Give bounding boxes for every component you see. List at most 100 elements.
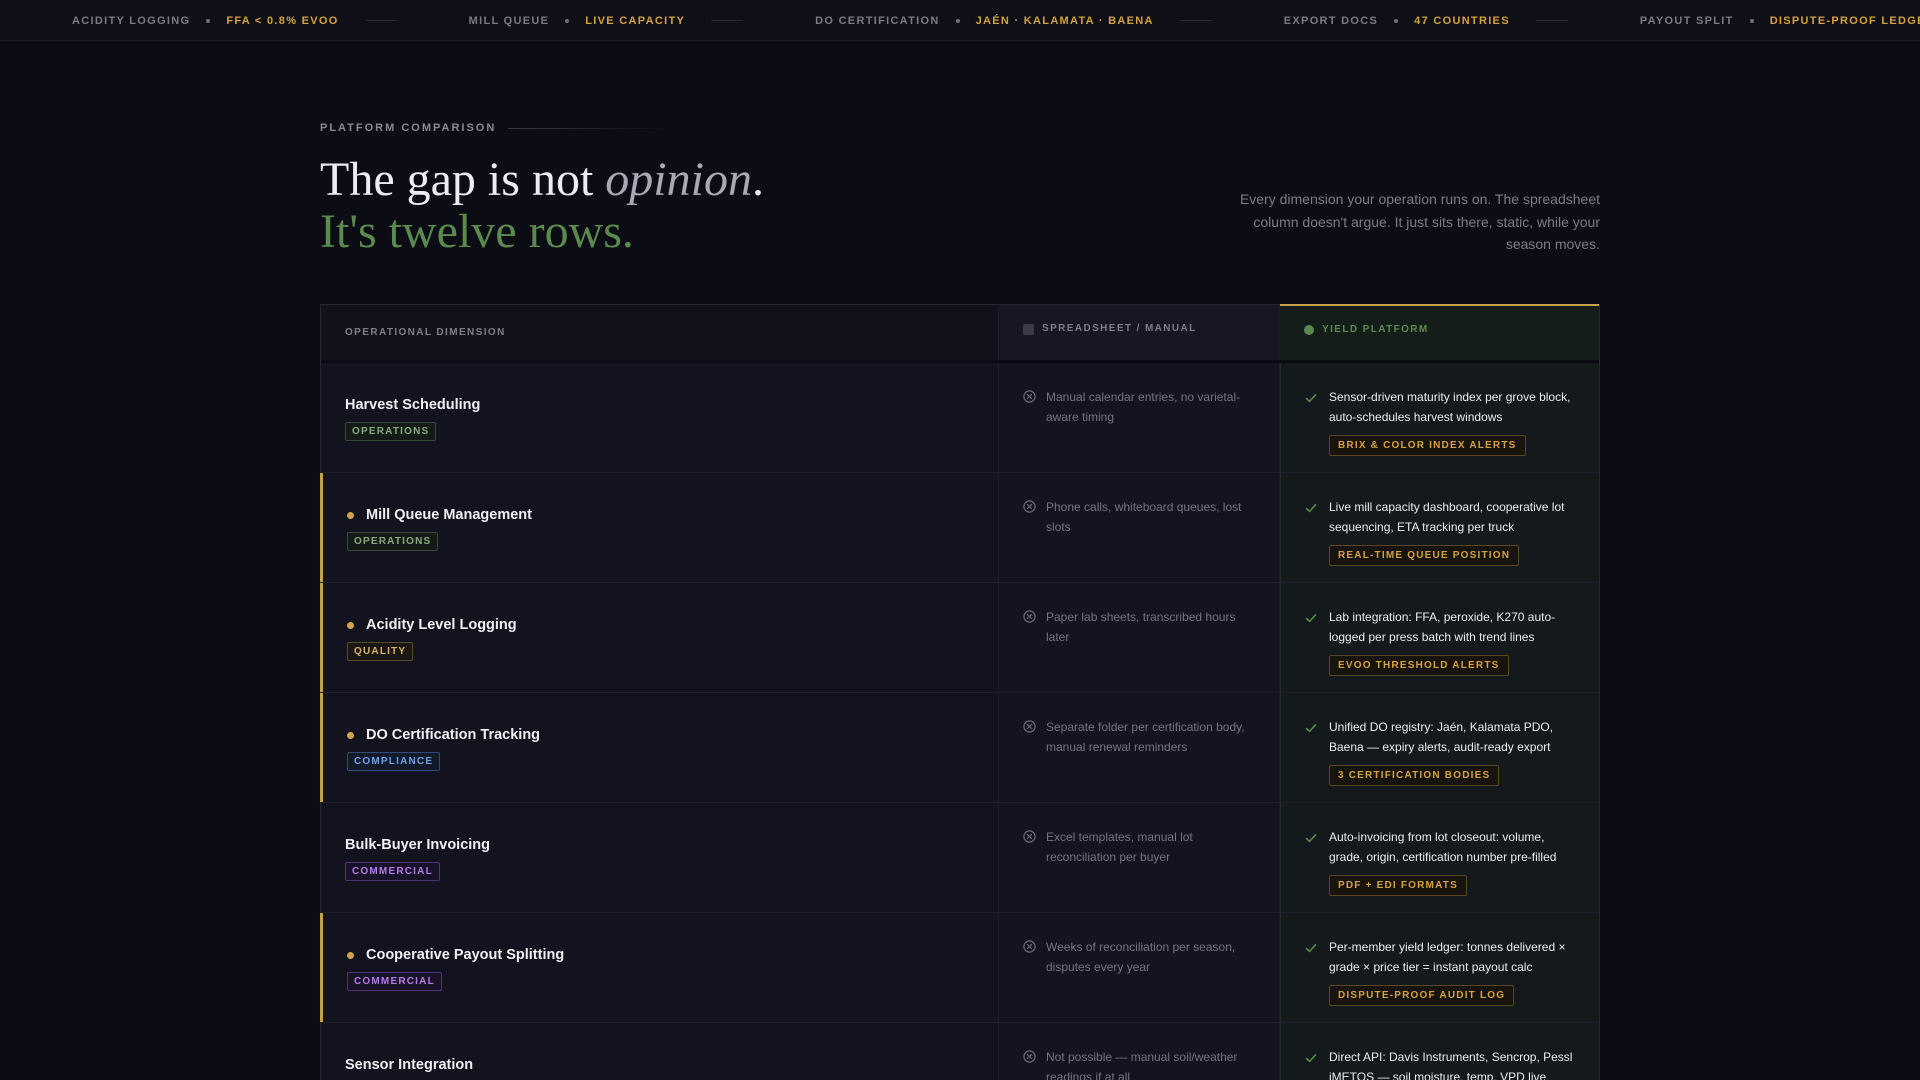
x-circle-icon (1023, 610, 1036, 623)
table-row: Mill Queue Management OPERATIONS Phone cal… (320, 473, 1599, 583)
yield-text: Auto-invoicing from lot closeout: volume… (1329, 830, 1557, 864)
ticker-dot-icon (1749, 18, 1754, 23)
dimension-cell: DO Certification Tracking COMPLIANCE (321, 693, 999, 802)
yield-body: Live mill capacity dashboard, cooperativ… (1329, 497, 1575, 566)
dimension-title-text: Mill Queue Management (366, 507, 532, 523)
yield-text: Sensor-driven maturity index per grove b… (1329, 390, 1571, 424)
x-circle-icon (1023, 1050, 1036, 1063)
yield-text: Unified DO registry: Jaén, Kalamata PDO,… (1329, 720, 1554, 754)
ticker-dot-icon (206, 18, 211, 23)
spreadsheet-text: Excel templates, manual lot reconciliati… (1046, 830, 1193, 864)
category-tag: OPERATIONS (347, 532, 439, 551)
dimension-title: Cooperative Payout Splitting (347, 947, 998, 963)
dimension-title: Mill Queue Management (347, 507, 998, 523)
yield-cell: Per-member yield ledger: tonnes delivere… (1280, 913, 1599, 1022)
category-tag: COMMERCIAL (345, 862, 440, 881)
yield-text: Live mill capacity dashboard, cooperativ… (1329, 500, 1565, 534)
check-icon (1305, 721, 1317, 733)
highlight-bullet-icon (347, 621, 354, 629)
table-row: Sensor Integration Not possible — manual … (321, 1023, 1599, 1080)
category-tag: QUALITY (347, 642, 414, 661)
ticker-label: ACIDITY LOGGING (72, 14, 191, 27)
page-subheadline: It's twelve rows. (320, 205, 634, 258)
dimension-cell: Bulk-Buyer Invoicing COMMERCIAL (321, 803, 999, 912)
highlight-bullet-icon (347, 511, 354, 519)
yield-cell: Auto-invoicing from lot closeout: volume… (1280, 803, 1599, 912)
table-row: DO Certification Tracking COMPLIANCE Separ… (320, 693, 1599, 803)
spreadsheet-cell: Separate folder per certification body, … (999, 693, 1280, 802)
dimension-title-text: Harvest Scheduling (345, 397, 481, 413)
eyebrow-rule (508, 127, 669, 129)
yield-text: Lab integration: FFA, peroxide, K270 aut… (1329, 610, 1556, 644)
yield-dot-icon (1304, 325, 1314, 335)
page-headline: The gap is not opinion. (320, 156, 764, 204)
table-row: Acidity Level Logging QUALITY Paper lab sh… (320, 583, 1599, 693)
column-header-dimension: OPERATIONAL DIMENSION (321, 305, 999, 360)
spreadsheet-square-icon (1023, 324, 1034, 335)
yield-cell: Direct API: Davis Instruments, Sencrop, … (1280, 1023, 1599, 1080)
dimension-title-text: Cooperative Payout Splitting (366, 947, 565, 963)
highlight-bullet-icon (347, 951, 354, 959)
ticker-value: LIVE CAPACITY (585, 14, 686, 27)
spreadsheet-text: Separate folder per certification body, … (1046, 720, 1245, 754)
table-row: Cooperative Payout Splitting COMMERCIAL We… (320, 913, 1599, 1023)
highlight-bullet-icon (347, 731, 354, 739)
ticker-dot-icon (565, 18, 570, 23)
yield-feature-tag: DISPUTE-PROOF AUDIT LOG (1329, 985, 1515, 1006)
dimension-cell: Acidity Level Logging QUALITY (321, 583, 999, 692)
headline-lead: The gap is not (320, 153, 606, 206)
table-row: Harvest Scheduling OPERATIONS Manual calen… (321, 363, 1599, 473)
ticker-value: 47 COUNTRIES (1414, 14, 1510, 27)
ticker-label: EXPORT DOCS (1283, 14, 1379, 27)
ticker-separator (711, 20, 744, 21)
ticker-item: DO CERTIFICATION JAÉN · KALAMATA · BAENA (815, 15, 1212, 27)
dimension-title: Sensor Integration (345, 1057, 998, 1073)
column-header-spreadsheet: SPREADSHEET / MANUAL (999, 305, 1280, 360)
dimension-title: Acidity Level Logging (347, 617, 998, 633)
spreadsheet-cell: Paper lab sheets, transcribed hours late… (999, 583, 1280, 692)
yield-body: Direct API: Davis Instruments, Sencrop, … (1329, 1047, 1575, 1080)
spreadsheet-cell: Weeks of reconciliation per season, disp… (999, 913, 1280, 1022)
spreadsheet-text: Not possible — manual soil/weather readi… (1046, 1050, 1238, 1080)
ticker-separator (364, 20, 397, 21)
yield-body: Unified DO registry: Jaén, Kalamata PDO,… (1329, 717, 1575, 786)
yield-body: Per-member yield ledger: tonnes delivere… (1329, 937, 1575, 1006)
dimension-title: DO Certification Tracking (347, 727, 998, 743)
ticker-item: MILL QUEUE LIVE CAPACITY (469, 14, 744, 27)
eyebrow-label: PLATFORM COMPARISON (320, 122, 497, 134)
spreadsheet-cell: Not possible — manual soil/weather readi… (999, 1023, 1280, 1080)
headline-period: . (751, 153, 764, 206)
spreadsheet-cell: Manual calendar entries, no varietal-awa… (999, 363, 1280, 472)
dimension-cell: Harvest Scheduling OPERATIONS (321, 363, 999, 472)
top-ticker: ACIDITY LOGGING FFA < 0.8% EVOO MILL QUEUE… (0, 0, 1920, 41)
spreadsheet-text: Phone calls, whiteboard queues, lost slo… (1046, 500, 1242, 534)
ticker-item: ACIDITY LOGGING FFA < 0.8% EVOO (72, 15, 397, 27)
x-circle-icon (1023, 830, 1036, 843)
ticker-dot-icon (1394, 18, 1399, 23)
spreadsheet-text: Weeks of reconciliation per season, disp… (1046, 940, 1236, 974)
dimension-title: Harvest Scheduling (345, 397, 998, 413)
column-header-yield-label: YIELD PLATFORM (1322, 324, 1429, 335)
yield-text: Direct API: Davis Instruments, Sencrop, … (1329, 1050, 1573, 1080)
check-icon (1305, 611, 1317, 623)
yield-feature-tag: BRIX & COLOR INDEX ALERTS (1329, 435, 1526, 456)
dimension-cell: Cooperative Payout Splitting COMMERCIAL (321, 913, 999, 1022)
spreadsheet-cell: Excel templates, manual lot reconciliati… (999, 803, 1280, 912)
ticker-value: DISPUTE-PROOF LEDGER (1769, 14, 1920, 27)
table-body: Harvest Scheduling OPERATIONS Manual calen… (320, 363, 1599, 1080)
category-tag: COMMERCIAL (347, 972, 442, 991)
ticker-track: ACIDITY LOGGING FFA < 0.8% EVOO MILL QUEUE… (0, 0, 1920, 40)
ticker-item: EXPORT DOCS 47 COUNTRIES (1284, 15, 1568, 27)
check-icon (1305, 831, 1317, 843)
x-circle-icon (1023, 500, 1036, 513)
check-icon (1305, 501, 1317, 513)
ticker-dot-icon (955, 18, 960, 23)
yield-body: Auto-invoicing from lot closeout: volume… (1329, 827, 1575, 896)
ticker-separator (1535, 20, 1568, 21)
check-icon (1305, 1051, 1317, 1063)
ticker-label: PAYOUT SPLIT (1639, 14, 1734, 27)
ticker-item: PAYOUT SPLIT DISPUTE-PROOF LEDGER (1640, 15, 1920, 27)
yield-feature-tag: REAL-TIME QUEUE POSITION (1329, 545, 1520, 566)
yield-feature-tag: 3 CERTIFICATION BODIES (1329, 765, 1500, 786)
spreadsheet-text: Paper lab sheets, transcribed hours late… (1046, 610, 1236, 644)
